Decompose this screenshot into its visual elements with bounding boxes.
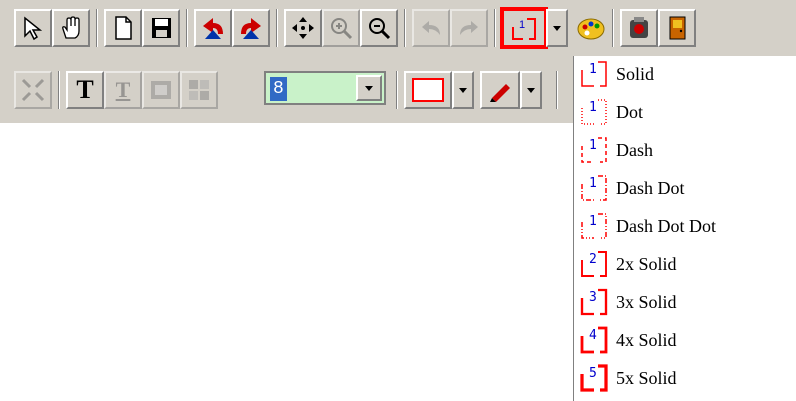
menu-item-label: Dash Dot Dot: [616, 216, 716, 236]
line-style-swatch-icon: 3: [580, 288, 608, 316]
rotate-left-icon[interactable]: [194, 9, 232, 47]
resize-arrows-icon[interactable]: [14, 71, 52, 109]
exit-door-icon[interactable]: [658, 9, 696, 47]
toolbar-separator: [494, 9, 496, 47]
menu-item-line-style[interactable]: 1 Dash Dot: [576, 170, 791, 207]
line-style-swatch-icon: 1: [581, 175, 607, 201]
menu-item-label: Dot: [616, 102, 643, 122]
text-tool-label: T: [76, 75, 94, 104]
toolbar-separator: [556, 71, 558, 109]
menu-item-label: 3x Solid: [616, 292, 677, 312]
line-width-number: 1: [589, 176, 597, 191]
menu-item-line-style[interactable]: 2 2x Solid: [576, 246, 791, 283]
redo-icon[interactable]: [450, 9, 488, 47]
line-width-number: 1: [589, 62, 597, 77]
menu-item-label: Dash Dot: [616, 178, 685, 198]
text-box-icon[interactable]: [142, 71, 180, 109]
line-width-number: 1: [589, 100, 597, 115]
pen-color-icon[interactable]: [480, 71, 520, 109]
pen-color-chevron-down-icon[interactable]: [520, 71, 542, 109]
toolbar-separator: [396, 71, 398, 109]
line-style-swatch-icon: 1: [581, 99, 607, 125]
border-color-button[interactable]: [404, 71, 452, 109]
zoom-in-icon[interactable]: [322, 9, 360, 47]
toolbar-separator: [186, 9, 188, 47]
toolbar-separator: [404, 9, 406, 47]
line-style-swatch-icon: 5: [580, 364, 608, 392]
line-width-number: 5: [589, 366, 597, 381]
menu-item-label: 4x Solid: [616, 330, 677, 350]
line-width-number: 1: [589, 214, 597, 229]
line-width-number: 4: [589, 328, 597, 343]
palette-icon[interactable]: [572, 9, 610, 47]
tools-icon[interactable]: [620, 9, 658, 47]
line-width-number: 3: [589, 290, 597, 305]
menu-item-line-style[interactable]: 1 Dash: [576, 132, 791, 169]
text-format-icon[interactable]: [180, 71, 218, 109]
line-style-dropdown-chevron-down-icon[interactable]: [546, 9, 568, 47]
select-arrow-icon[interactable]: [14, 9, 52, 47]
menu-item-line-style[interactable]: 5 5x Solid: [576, 360, 791, 397]
toolbar-separator: [276, 9, 278, 47]
menu-item-line-style[interactable]: 4 4x Solid: [576, 322, 791, 359]
toolbar-separator: [96, 9, 98, 47]
menu-item-line-style[interactable]: 1 Dot: [576, 94, 791, 131]
move-arrows-icon[interactable]: [284, 9, 322, 47]
menu-item-label: 2x Solid: [616, 254, 677, 274]
pan-hand-icon[interactable]: [52, 9, 90, 47]
toolbar-separator: [58, 71, 60, 109]
floppy-disk-icon[interactable]: [142, 9, 180, 47]
menu-item-line-style[interactable]: 1 Solid: [576, 56, 791, 93]
menu-item-label: Solid: [616, 64, 655, 84]
menu-item-line-style[interactable]: 1 Dash Dot Dot: [576, 208, 791, 245]
line-style-icon[interactable]: 1: [500, 7, 548, 49]
line-style-swatch-icon: 1: [581, 61, 607, 87]
font-size-value[interactable]: 8: [270, 77, 287, 101]
text-shadow-button[interactable]: T: [104, 71, 142, 109]
menu-item-label: 5x Solid: [616, 368, 677, 388]
text-tool-button[interactable]: T: [66, 71, 104, 109]
font-size-chevron-down-icon[interactable]: [356, 75, 382, 101]
undo-icon[interactable]: [412, 9, 450, 47]
line-style-swatch-icon: 4: [580, 326, 608, 354]
rotate-right-icon[interactable]: [232, 9, 270, 47]
line-style-menu: 1 Solid 1 Dot 1 Dash 1 Dash Dot 1 Dash Dot Dot 2 2x…: [573, 56, 796, 401]
text-shadow-label: T: [115, 77, 131, 102]
line-style-swatch-icon: 2: [581, 251, 607, 277]
svg-text:1: 1: [519, 19, 525, 31]
line-style-swatch-icon: 1: [581, 213, 607, 239]
line-width-number: 2: [589, 252, 597, 267]
line-width-number: 1: [589, 138, 597, 153]
toolbar-separator: [612, 9, 614, 47]
main-toolbar: 1: [0, 0, 796, 53]
menu-item-line-style[interactable]: 3 3x Solid: [576, 284, 791, 321]
new-page-icon[interactable]: [104, 9, 142, 47]
line-style-swatch-icon: 1: [581, 137, 607, 163]
border-color-chevron-down-icon[interactable]: [452, 71, 474, 109]
menu-item-label: Dash: [616, 140, 653, 160]
font-size-combobox[interactable]: 8: [264, 71, 386, 105]
zoom-out-icon[interactable]: [360, 9, 398, 47]
